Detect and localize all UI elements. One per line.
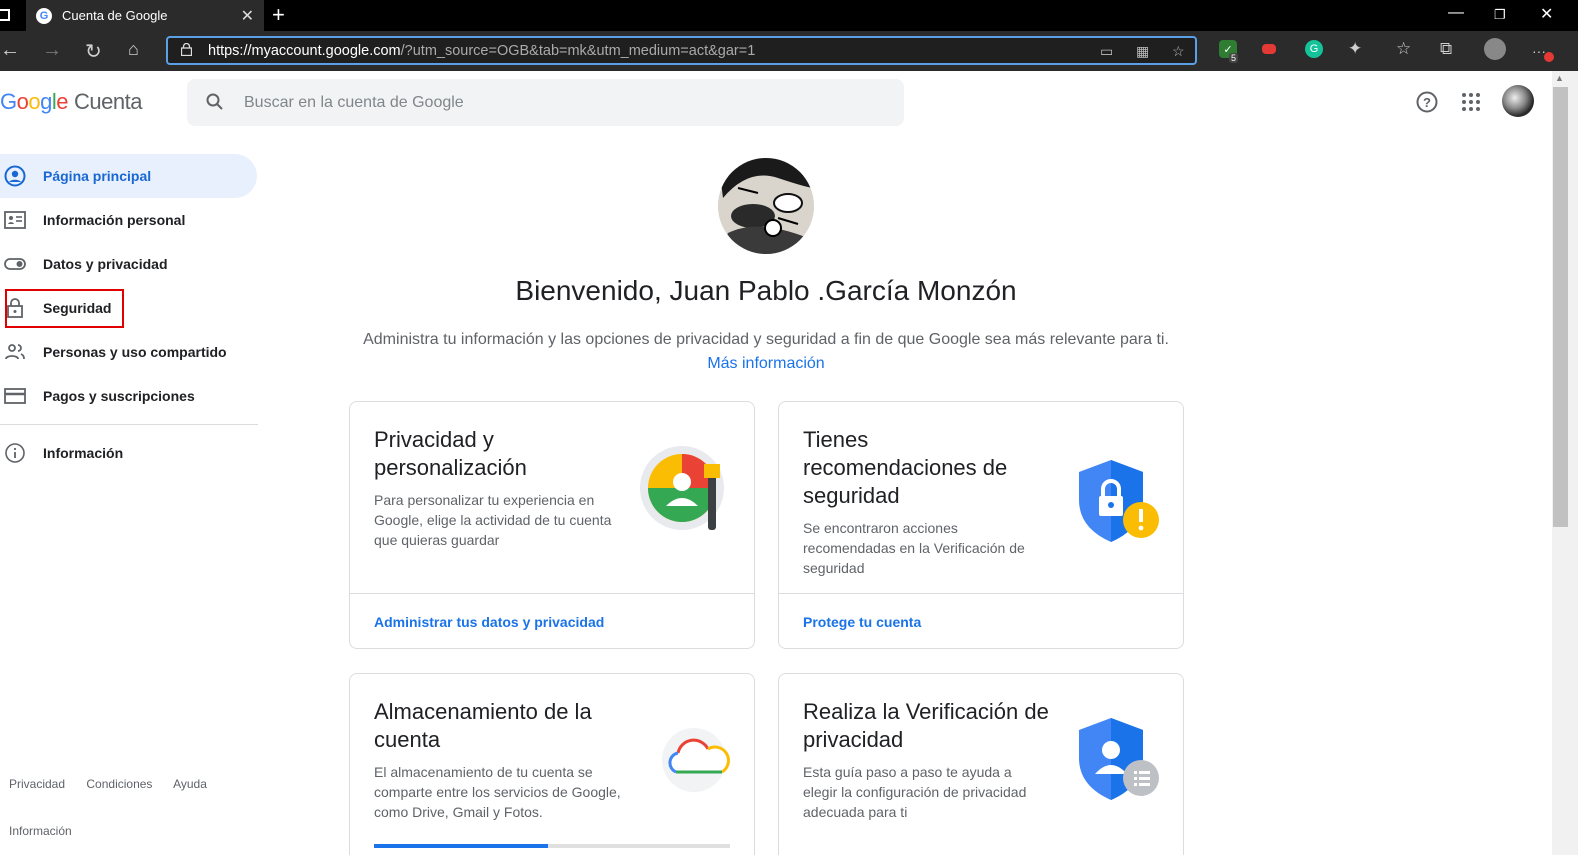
welcome-subtitle: Administra tu información y las opciones…: [363, 331, 1169, 348]
card-security-recommendations: Tienes recomendaciones de seguridad Se e…: [778, 401, 1184, 649]
storage-progress-fill: [374, 844, 549, 848]
sidebar-item-data-privacy[interactable]: Datos y privacidad: [0, 242, 258, 286]
sidebar-item-people-sharing[interactable]: Personas y uso compartido: [0, 330, 258, 374]
sidebar-divider: [0, 424, 258, 425]
card-title: Realiza la Verificación de privacidad: [803, 699, 1049, 752]
welcome-heading: Bienvenido, Juan Pablo .García Monzón: [515, 275, 1017, 306]
reload-icon[interactable]: ↻: [85, 39, 102, 64]
new-tab-icon[interactable]: +: [272, 2, 285, 28]
card-title: Privacidad y personalización: [374, 427, 527, 480]
minimize-icon[interactable]: —: [1448, 4, 1464, 22]
sidebar-item-label: Personas y uso compartido: [43, 344, 227, 360]
product-name: Cuenta: [74, 89, 142, 114]
footer-links: Privacidad Condiciones Ayuda: [9, 777, 225, 791]
card-description: Se encontraron acciones recomendadas en …: [803, 520, 1025, 576]
close-window-icon[interactable]: ✕: [1540, 4, 1553, 24]
sidebar-nav: Página principal Información personal Da…: [0, 154, 258, 418]
add-favorite-icon[interactable]: ☆: [1172, 43, 1185, 60]
extension-badge: 5: [1229, 53, 1239, 63]
collections-icon[interactable]: ⧉: [1440, 39, 1452, 59]
url-path: /?utm_source=OGB&tab=mk&utm_medium=act&g…: [400, 42, 756, 59]
google-favicon-icon: G: [36, 7, 52, 24]
card-description: Para personalizar tu experiencia en Goog…: [374, 492, 612, 548]
manage-data-privacy-link[interactable]: Administrar tus datos y privacidad: [350, 593, 754, 649]
qr-icon[interactable]: ▦: [1136, 43, 1149, 60]
tab-actions-icon[interactable]: [0, 9, 10, 21]
help-icon[interactable]: ?: [1414, 89, 1440, 115]
card-title: Almacenamiento de la cuenta: [374, 699, 592, 752]
card-description: El almacenamiento de tu cuenta se compar…: [374, 764, 621, 820]
grammarly-icon[interactable]: G: [1305, 40, 1323, 58]
page-scrollbar[interactable]: ▲: [1552, 71, 1578, 855]
extensions-icon[interactable]: ✦: [1348, 39, 1362, 59]
app-available-icon[interactable]: ▭: [1100, 43, 1113, 60]
sidebar-item-label: Información: [43, 445, 124, 461]
back-icon[interactable]: ←: [0, 39, 20, 62]
privacy-checkup-shield-icon: [1079, 718, 1159, 800]
account-circle-icon: [4, 165, 26, 187]
browser-tab-strip: G Cuenta de Google ✕ + — ❐ ✕: [0, 0, 1578, 31]
restore-icon[interactable]: ❐: [1494, 7, 1506, 23]
footer-link-help[interactable]: Ayuda: [173, 777, 207, 791]
privacy-personalization-icon: [640, 446, 724, 530]
sidebar-item-label: Página principal: [43, 168, 152, 184]
sidebar-item-label: Información personal: [43, 212, 186, 228]
profile-photo[interactable]: [718, 158, 814, 254]
footer-link-terms[interactable]: Condiciones: [86, 777, 152, 791]
card-account-storage: Almacenamiento de la cuenta El almacenam…: [349, 673, 755, 855]
card-privacy-checkup: Realiza la Verificación de privacidad Es…: [778, 673, 1184, 855]
forward-icon[interactable]: →: [42, 39, 62, 62]
favorites-icon[interactable]: ☆: [1396, 39, 1411, 59]
home-icon[interactable]: ⌂: [128, 39, 139, 60]
url-host: https://myaccount.google.com: [208, 42, 401, 59]
account-avatar[interactable]: [1502, 85, 1534, 117]
search-input[interactable]: Buscar en la cuenta de Google: [187, 79, 904, 126]
search-icon: [206, 93, 223, 110]
browser-toolbar: ← → ↻ ⌂ https://myaccount.google.com /?u…: [0, 31, 1578, 71]
security-shield-warning-icon: [1079, 460, 1159, 542]
card-description: Esta guía paso a paso te ayuda a elegir …: [803, 764, 1027, 820]
footer-link-privacy[interactable]: Privacidad: [9, 777, 65, 791]
google-account-page: Google Cuenta Buscar en la cuenta de Goog…: [0, 71, 1552, 855]
google-account-logo[interactable]: Google Cuenta: [0, 89, 142, 115]
card-privacy-personalization: Privacidad y personalización Para person…: [349, 401, 755, 649]
protect-account-link[interactable]: Protege tu cuenta: [779, 593, 1183, 649]
lock-icon: [181, 43, 192, 56]
sidebar-item-label: Pagos y suscripciones: [43, 388, 195, 404]
id-card-icon: [4, 211, 26, 229]
profile-avatar-icon[interactable]: [1484, 38, 1506, 60]
youtube-extension-icon[interactable]: [1262, 44, 1276, 54]
google-logo: Google: [0, 89, 69, 114]
svg-text:?: ?: [1423, 95, 1431, 110]
more-info-link[interactable]: Más información: [349, 355, 1183, 373]
cloud-storage-icon: [662, 728, 730, 792]
apps-grid-icon[interactable]: [1458, 89, 1484, 115]
close-tab-icon[interactable]: ✕: [241, 6, 254, 26]
profile-photo-image: [718, 158, 814, 254]
scrollbar-thumb[interactable]: [1553, 87, 1568, 527]
alert-dot: [1544, 52, 1554, 62]
tab-title: Cuenta de Google: [62, 8, 168, 23]
sidebar-item-about[interactable]: Información: [0, 431, 258, 475]
storage-progress-bar: [374, 844, 730, 848]
sidebar-item-label: Datos y privacidad: [43, 256, 168, 272]
card-title: Tienes recomendaciones de seguridad: [803, 427, 1008, 508]
sidebar-item-personal-info[interactable]: Información personal: [0, 198, 258, 242]
credit-card-icon: [4, 388, 26, 404]
sidebar-item-home[interactable]: Página principal: [0, 154, 257, 198]
footer-link-info[interactable]: Información: [9, 824, 72, 838]
sidebar-item-payments[interactable]: Pagos y suscripciones: [0, 374, 258, 418]
scroll-up-icon[interactable]: ▲: [1555, 73, 1564, 83]
address-bar[interactable]: https://myaccount.google.com /?utm_sourc…: [166, 36, 1197, 65]
search-placeholder: Buscar en la cuenta de Google: [244, 93, 464, 111]
info-icon: [5, 443, 25, 463]
people-icon: [5, 344, 25, 360]
security-highlight-box: [5, 289, 124, 328]
browser-tab[interactable]: G Cuenta de Google ✕: [26, 0, 264, 31]
toggle-icon: [4, 258, 26, 270]
